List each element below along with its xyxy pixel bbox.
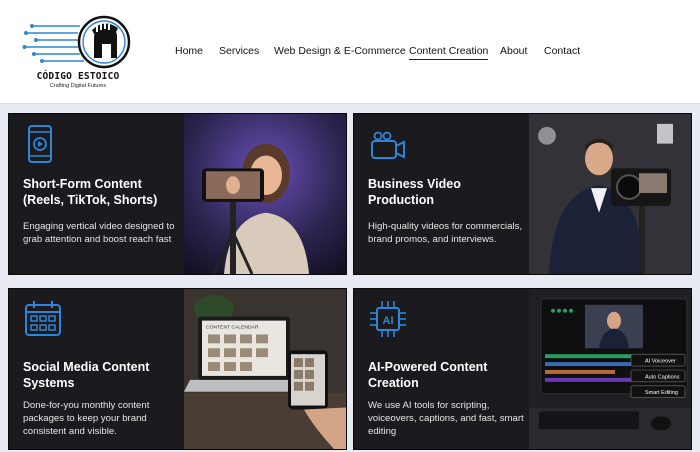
ai-voiceover-label: AI Voiceover bbox=[645, 359, 676, 365]
card-text: Short-Form Content (Reels, TikTok, Short… bbox=[9, 114, 186, 274]
service-card-short-form[interactable]: Short-Form Content (Reels, TikTok, Short… bbox=[8, 113, 347, 275]
nav-item-about[interactable]: About bbox=[500, 45, 527, 57]
service-card-social-media[interactable]: Social Media Content Systems Done-for-yo… bbox=[8, 288, 347, 450]
brand-tagline: Crafting Digital Futures bbox=[49, 83, 107, 89]
svg-text:AI: AI bbox=[383, 315, 394, 327]
smartphone-play-icon bbox=[28, 125, 52, 163]
card-text: Social Media Content Systems Done-for-yo… bbox=[9, 289, 186, 449]
nav-item-home[interactable]: Home bbox=[175, 45, 203, 57]
laptop-and-phone-content-calendar-image: CONTENT CALENDAR bbox=[184, 289, 346, 449]
man-on-set-with-camera-image bbox=[529, 114, 691, 274]
nav-item-services[interactable]: Services bbox=[219, 45, 259, 57]
card-description: Engaging vertical video designed to grab… bbox=[23, 221, 175, 245]
auto-captions-label: Auto Captions bbox=[645, 374, 680, 380]
card-title: Short-Form Content (Reels, TikTok, Short… bbox=[23, 177, 158, 207]
card-description: High-quality videos for commercials, bra… bbox=[368, 221, 523, 245]
ai-video-editing-setup-image: AI Voiceover Auto Captions Smart Editing bbox=[529, 289, 691, 449]
brand-name: CÓDIGO ESTOICO bbox=[36, 71, 120, 82]
nav-item-contact[interactable]: Contact bbox=[544, 45, 580, 57]
main-nav: Home Services Web Design & E-Commerce Co… bbox=[0, 45, 700, 61]
card-description: Done-for-you monthly content packages to… bbox=[23, 400, 150, 437]
service-card-business-video[interactable]: Business Video Production High-quality v… bbox=[353, 113, 692, 275]
woman-filming-with-phone-image bbox=[184, 114, 346, 274]
card-text: AI AI-Powered Content Creation We use AI… bbox=[354, 289, 531, 449]
video-camera-icon bbox=[371, 131, 405, 159]
screen-caption: CONTENT CALENDAR bbox=[206, 325, 259, 331]
spartan-helmet-icon bbox=[22, 15, 131, 69]
site-header: CÓDIGO ESTOICO Crafting Digital Futures … bbox=[0, 0, 700, 104]
smart-editing-label: Smart Editing bbox=[645, 390, 678, 396]
service-card-ai-powered[interactable]: AI AI-Powered Content Creation We use AI… bbox=[353, 288, 692, 450]
card-title: Business Video Production bbox=[368, 177, 461, 207]
card-title: AI-Powered Content Creation bbox=[368, 360, 488, 390]
nav-item-web-design[interactable]: Web Design & E-Commerce bbox=[274, 45, 406, 57]
card-text: Business Video Production High-quality v… bbox=[354, 114, 531, 274]
ai-chip-icon: AI bbox=[370, 301, 406, 337]
card-title: Social Media Content Systems bbox=[23, 360, 150, 390]
card-description: We use AI tools for scripting, voiceover… bbox=[368, 400, 524, 437]
calendar-icon bbox=[25, 301, 61, 336]
nav-item-content-creation[interactable]: Content Creation bbox=[409, 45, 489, 60]
